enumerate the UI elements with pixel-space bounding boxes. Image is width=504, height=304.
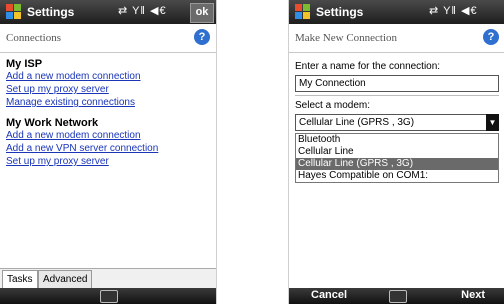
status-icons: ⇄ Y‖ ◀€: [118, 5, 167, 17]
tab-tasks[interactable]: Tasks: [2, 270, 38, 289]
cancel-button[interactable]: Cancel: [311, 289, 347, 301]
windows-start-icon[interactable]: [6, 4, 22, 20]
section-title-my-isp: My ISP: [6, 58, 43, 70]
title-bar: Settings ⇄ Y‖ ◀€: [289, 0, 504, 24]
keyboard-icon[interactable]: [100, 290, 118, 303]
softkey-bar: Cancel Next: [289, 288, 504, 304]
link-work-proxy[interactable]: Set up my proxy server: [6, 155, 212, 168]
link-isp-proxy[interactable]: Set up my proxy server: [6, 83, 212, 96]
modem-option-selected[interactable]: Cellular Line (GPRS , 3G): [296, 158, 498, 170]
status-icons: ⇄ Y‖ ◀€: [429, 5, 478, 17]
link-isp-add-modem[interactable]: Add a new modem connection: [6, 70, 212, 83]
link-work-add-vpn[interactable]: Add a new VPN server connection: [6, 142, 212, 155]
name-label: Enter a name for the connection:: [295, 61, 441, 72]
modem-option[interactable]: Hayes Compatible on COM1:: [296, 170, 498, 182]
connections-content: My ISP Add a new modem connection Set up…: [6, 56, 212, 168]
modem-option[interactable]: Cellular Line: [296, 146, 498, 158]
new-connection-form: Enter a name for the connection: My Conn…: [295, 60, 499, 183]
modem-select[interactable]: Cellular Line (GPRS , 3G) ▼: [295, 114, 499, 131]
modem-option[interactable]: Bluetooth: [296, 134, 498, 146]
page-header: Make New Connection ?: [289, 24, 504, 53]
modem-label: Select a modem:: [295, 100, 371, 111]
page-title: Make New Connection: [295, 32, 398, 44]
ok-button[interactable]: ok: [190, 3, 214, 23]
modem-selected-value: Cellular Line (GPRS , 3G): [299, 117, 415, 128]
help-icon[interactable]: ?: [194, 29, 210, 45]
app-title: Settings: [316, 5, 364, 19]
tab-strip: Tasks Advanced: [0, 268, 216, 289]
modem-options-list: Bluetooth Cellular Line Cellular Line (G…: [295, 133, 499, 183]
make-new-connection-screen: Settings ⇄ Y‖ ◀€ Make New Connection ? E…: [288, 0, 504, 304]
link-isp-manage[interactable]: Manage existing connections: [6, 96, 212, 109]
keyboard-icon[interactable]: [389, 290, 407, 303]
chevron-down-icon[interactable]: ▼: [486, 114, 499, 131]
connection-name-input[interactable]: My Connection: [295, 75, 499, 92]
tab-advanced[interactable]: Advanced: [38, 270, 93, 289]
title-bar: Settings ⇄ Y‖ ◀€ ok: [0, 0, 216, 24]
link-work-add-modem[interactable]: Add a new modem connection: [6, 129, 212, 142]
softkey-bar: [0, 288, 216, 304]
help-icon[interactable]: ?: [483, 29, 499, 45]
next-button[interactable]: Next: [461, 289, 485, 301]
page-header: Connections ?: [0, 24, 216, 53]
section-title-my-work-network: My Work Network: [6, 117, 99, 129]
app-title: Settings: [27, 5, 75, 19]
windows-start-icon[interactable]: [295, 4, 311, 20]
settings-connections-screen: Settings ⇄ Y‖ ◀€ ok Connections ? My ISP…: [0, 0, 217, 304]
page-title: Connections: [6, 32, 61, 44]
